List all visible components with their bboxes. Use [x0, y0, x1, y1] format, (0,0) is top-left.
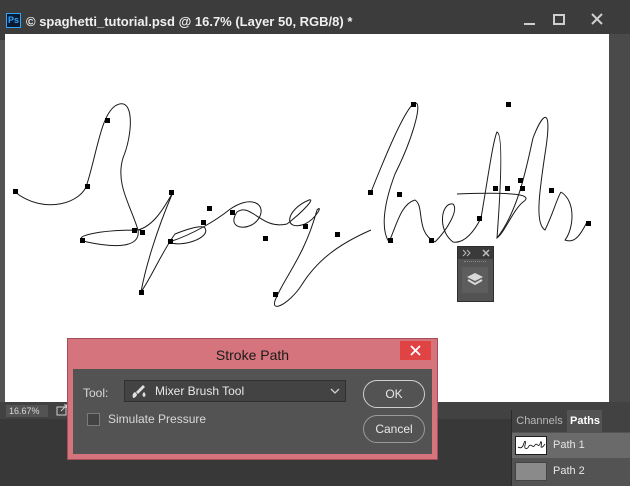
dialog-body: Tool: Mixer Brush Tool Simulate Pressure…	[73, 369, 432, 454]
restore-icon	[553, 14, 565, 25]
path-thumbnail	[515, 462, 547, 481]
document-title: © spaghetti_tutorial.psd @ 16.7% (Layer …	[26, 14, 353, 29]
dialog-close-button[interactable]	[400, 341, 431, 360]
path-thumbnail	[515, 436, 547, 455]
tool-dropdown-value: Mixer Brush Tool	[155, 384, 245, 398]
mixer-brush-icon	[132, 385, 146, 398]
mini-panel-header[interactable]	[458, 247, 493, 259]
tab-channels[interactable]: Channels	[512, 410, 567, 432]
vertical-scrollbar[interactable]	[609, 34, 630, 404]
zoom-level-field[interactable]: 16.67%	[6, 405, 48, 417]
layers-button[interactable]	[462, 267, 488, 293]
path-item-path-1[interactable]: Path 1	[512, 433, 630, 458]
path-item-path-2[interactable]: Path 2	[512, 459, 630, 484]
dialog-title: Stroke Path	[215, 347, 290, 363]
path-item-label: Path 2	[553, 465, 585, 477]
minimize-button[interactable]	[518, 11, 542, 29]
tab-bar-filler	[602, 410, 630, 432]
layers-mini-panel[interactable]	[457, 246, 494, 302]
collapse-arrows-icon[interactable]	[462, 249, 472, 257]
stroke-path-dialog: Stroke Path Tool: Mixer Brush Tool Simul…	[67, 338, 438, 460]
tab-paths[interactable]: Paths	[568, 410, 602, 432]
layers-icon	[467, 273, 483, 286]
tool-dropdown[interactable]: Mixer Brush Tool	[124, 380, 346, 402]
simulate-pressure-label[interactable]: Simulate Pressure	[108, 412, 206, 426]
path-item-label: Path 1	[553, 439, 585, 451]
restore-button[interactable]	[547, 11, 571, 29]
minimize-icon	[524, 23, 535, 25]
grip-handle[interactable]	[464, 261, 486, 264]
chevron-down-icon	[330, 388, 340, 394]
paths-panel: Channels Paths Path 1 Path 2	[511, 410, 630, 486]
ok-button[interactable]: OK	[363, 380, 425, 408]
simulate-pressure-checkbox[interactable]	[87, 413, 100, 426]
close-icon	[591, 13, 603, 25]
spaghetti-thumbnail-icon	[517, 440, 546, 449]
photoshop-logo-icon: Ps	[6, 13, 21, 28]
close-icon	[410, 345, 421, 356]
window-close-button[interactable]	[585, 11, 609, 29]
tool-label: Tool:	[83, 386, 109, 400]
cancel-button[interactable]: Cancel	[363, 415, 425, 443]
mini-close-icon[interactable]	[482, 249, 491, 257]
